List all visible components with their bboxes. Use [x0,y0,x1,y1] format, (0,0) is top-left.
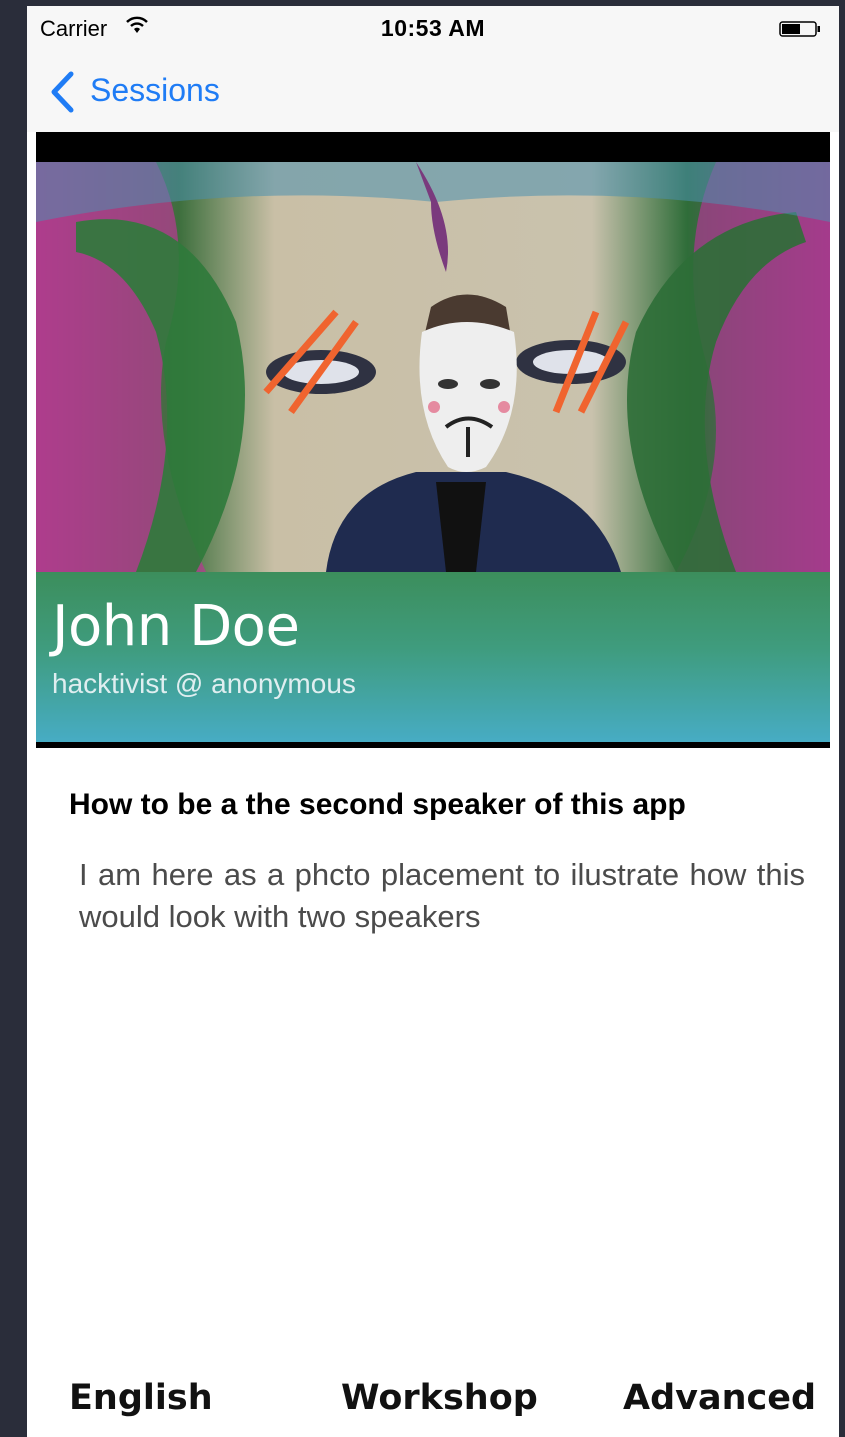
back-chevron-icon[interactable] [49,70,77,114]
speaker-name: John Doe [52,594,300,659]
back-button[interactable]: Sessions [90,72,220,109]
speaker-card: John Doe hacktivist @ anonymous [36,132,830,748]
speaker-photo [36,162,830,572]
format-tag: Workshop [341,1378,538,1418]
status-bar: Carrier 10:53 AM [27,6,839,52]
session-tags: English Workshop Advanced [27,1378,839,1428]
app-screen: Carrier 10:53 AM Sessions John Doe hackt… [27,6,839,1437]
language-tag: English [69,1378,213,1418]
speaker-info-panel: John Doe hacktivist @ anonymous [36,572,830,742]
battery-icon [779,21,820,37]
speaker-role: hacktivist @ anonymous [52,668,356,699]
clock: 10:53 AM [380,15,486,41]
session-description: I am here as a phcto placement to ilustr… [79,857,805,934]
level-tag: Advanced [623,1378,817,1418]
session-title: How to be a the second speaker of this a… [69,788,686,821]
navigation-bar: Sessions [27,52,839,132]
